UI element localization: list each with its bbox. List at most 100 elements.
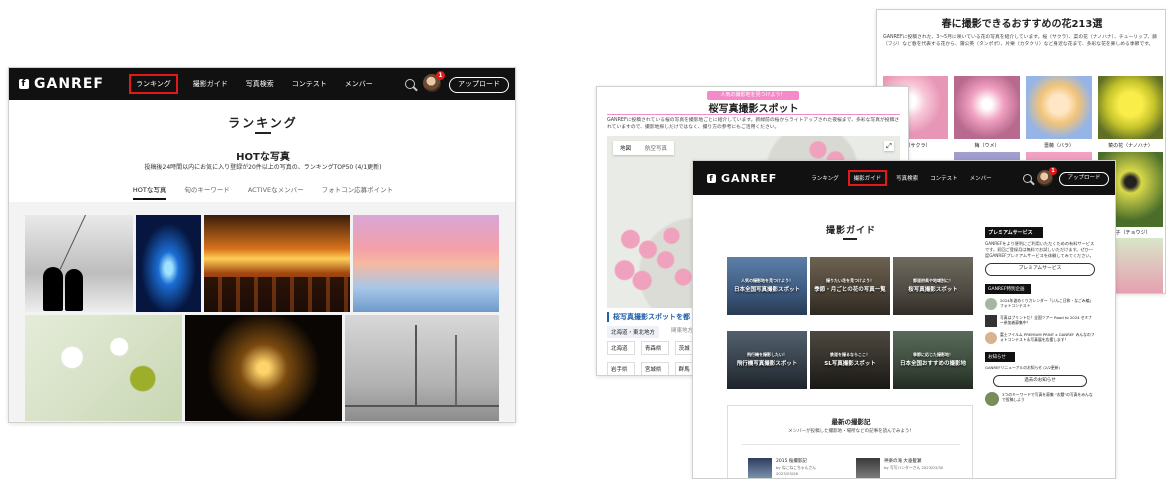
nav-contest[interactable]: コンテスト xyxy=(292,79,327,89)
article-title-1[interactable]: 2015 桜撮影記 xyxy=(776,458,807,464)
pref-aomori[interactable]: 青森県 xyxy=(640,341,669,355)
notice-text[interactable]: GANREFリニューアルのお知らせ (2/2更新) xyxy=(985,365,1095,370)
pref-iwate[interactable]: 岩手県 xyxy=(607,362,635,375)
notification-badge: 1 xyxy=(436,71,445,80)
guide-title-underline xyxy=(843,238,857,240)
photo-silhouettes[interactable] xyxy=(25,215,133,312)
page-title: ランキング xyxy=(228,116,298,130)
user-avatar[interactable]: 1 xyxy=(423,71,445,92)
special-item-2-thumb xyxy=(985,315,997,327)
section-description: 投稿後24時間以内にお気に入り登録が20件以上の写真の、ランキングTOP50 (… xyxy=(144,164,382,171)
tab-photocon-points[interactable]: フォトコン応募ポイント xyxy=(322,184,394,200)
latest-title: 最新の撮影記 xyxy=(831,418,871,426)
photo-pink-sea[interactable] xyxy=(353,215,499,312)
photo-blue-light[interactable] xyxy=(136,215,201,312)
region-kanto[interactable]: 関東地方 xyxy=(671,326,693,338)
sakura-banner: 人気の撮影地を見つけよう！ xyxy=(707,91,799,100)
guide-title: 撮影ガイド xyxy=(825,226,876,236)
map-tab-bar: 地図 航空写真 xyxy=(613,141,675,155)
flower-ume[interactable] xyxy=(954,76,1020,139)
nav-member[interactable]: メンバー xyxy=(345,79,373,89)
upload-button[interactable]: アップロード xyxy=(449,77,509,93)
latest-rule xyxy=(742,444,960,445)
flower-nanohana[interactable] xyxy=(1098,76,1163,139)
guide-nav-photo-search[interactable]: 写真検索 xyxy=(896,174,918,182)
guide-logo[interactable]: f GANREF xyxy=(707,172,777,185)
map-fullscreen-icon[interactable]: ⤢ xyxy=(884,141,894,151)
ganref-logo[interactable]: f GANREF xyxy=(19,76,104,92)
latest-articles-box: 最新の撮影記 メンバーが投稿した撮影地・場所などの記事を読んでみよう！ 2015… xyxy=(727,405,973,478)
premium-button[interactable]: プレミアムサービス xyxy=(985,263,1095,276)
guide-nav-guide[interactable]: 撮影ガイド xyxy=(847,170,888,186)
special-item-3-text: 富士フイルム PREMIUM PRINT x GANREF みんなのフォトコンテ… xyxy=(1000,332,1095,342)
article-by-2: by 写写ハンターさん 2023/03/30 xyxy=(884,465,944,470)
special-item-2[interactable]: 写真はプリントだ！全国ツアー Road to 2024 セミナー参加者募集中！ xyxy=(985,315,1095,327)
guide-card-recommended[interactable]: 季節に応じた撮影地！ 日本全国おすすめの撮影地 xyxy=(893,331,973,389)
guide-card-flowers[interactable]: 撮りたい花を見つけよう！ 季節・月ごとの花の写真一覧 xyxy=(810,257,890,315)
pref-hokkaido[interactable]: 北海道 xyxy=(607,341,635,355)
ranking-tabs: HOTな写真 旬のキーワード ACTIVEなメンバー フォトコン応募ポイント xyxy=(9,184,515,200)
pref-grid: 北海道 青森県 茨城 岩手県 宮城県 群馬 xyxy=(607,341,697,375)
tab-keywords[interactable]: 旬のキーワード xyxy=(184,184,230,200)
sidebar: プレミアムサービス GANREFをより便利にご利用いただくための有料サービスです… xyxy=(985,227,1095,477)
region-tohoku[interactable]: 北海道・東北地方 xyxy=(607,326,660,338)
article-by-1: by ねこねこちゃんさん 2023/03/28 xyxy=(776,465,817,476)
latest-subtitle: メンバーが投稿した撮影地・場所などの記事を読んでみよう！ xyxy=(788,429,914,434)
keyword-item[interactable]: 3つのキーワードで写真を募集 "お題"の写真をみんなで投稿しよう xyxy=(985,392,1095,406)
ranking-screenshot: f GANREF ランキング 撮影ガイド 写真検索 コンテスト メンバー 1 ア… xyxy=(8,67,516,423)
keyword-item-thumb xyxy=(985,392,999,406)
special-item-3-thumb xyxy=(985,332,997,344)
guide-nav-contest[interactable]: コンテスト xyxy=(930,174,958,182)
guide-navbar: f GANREF ランキング 撮影ガイド 写真検索 コンテスト メンバー 1 ア… xyxy=(693,161,1115,195)
nav-guide[interactable]: 撮影ガイド xyxy=(193,79,228,89)
photo-grid xyxy=(9,202,515,422)
guide-user-avatar[interactable]: 1 xyxy=(1037,167,1057,186)
tab-active-members[interactable]: ACTIVEなメンバー xyxy=(248,184,304,200)
special-title: GANREF特別企画 xyxy=(985,284,1031,294)
guide-notification-badge: 1 xyxy=(1049,167,1057,175)
logo-mark-icon: f xyxy=(19,79,29,89)
special-item-1[interactable]: 2024年波めくりカレンダー「いんこ日和・なごみ編」フォトコンテスト xyxy=(985,298,1095,310)
guide-logo-mark-icon: f xyxy=(707,173,716,183)
article-thumb-1[interactable] xyxy=(748,458,772,478)
top-navbar: f GANREF ランキング 撮影ガイド 写真検索 コンテスト メンバー 1 ア… xyxy=(9,68,515,100)
photo-night-lights[interactable] xyxy=(185,315,342,421)
guide-card-sl[interactable]: 鉄道を撮るならここ！ SL写真撮影スポット xyxy=(810,331,890,389)
title-underline xyxy=(255,132,271,134)
photo-foggy-tracks[interactable] xyxy=(345,315,499,421)
flower-rose[interactable] xyxy=(1026,76,1092,139)
special-item-2-text: 写真はプリントだ！全国ツアー Road to 2024 セミナー参加者募集中！ xyxy=(1000,315,1093,325)
sakura-description: GANREFに投稿されている桜の写真を撮影地ごとに紹介しています。新緑前の桜から… xyxy=(607,118,900,130)
region-list: 北海道・東北地方 関東地方 xyxy=(607,326,693,338)
guide-nav-ranking[interactable]: ランキング xyxy=(811,174,838,182)
special-item-3[interactable]: 富士フイルム PREMIUM PRINT x GANREF みんなのフォトコンテ… xyxy=(985,332,1095,344)
section-subtitle: HOTな写真 xyxy=(236,152,290,163)
flower-label-nanohana: 菜の花（ナノハナ） xyxy=(1108,143,1153,149)
search-icon[interactable] xyxy=(405,79,415,89)
nav-ranking[interactable]: ランキング xyxy=(128,74,178,94)
nav-photo-search[interactable]: 写真検索 xyxy=(246,79,274,89)
flower-label-rose: 薔薇（バラ） xyxy=(1043,143,1074,149)
guide-card-spots[interactable]: 人気の撮影地を見つけよう！ 日本全国写真撮影スポット xyxy=(727,257,807,315)
article-thumb-2[interactable] xyxy=(856,458,880,478)
photo-sunset[interactable] xyxy=(204,215,350,312)
guide-nav-member[interactable]: メンバー xyxy=(970,174,992,182)
past-notices-button[interactable]: 過去のお知らせ xyxy=(993,375,1087,387)
guide-search-icon[interactable] xyxy=(1023,174,1032,183)
special-item-1-thumb xyxy=(985,298,997,310)
tab-hot-photos[interactable]: HOTな写真 xyxy=(132,184,167,200)
map-tab-map[interactable]: 地図 xyxy=(613,141,638,155)
notice-title: お知らせ xyxy=(985,352,1015,362)
guide-upload-button[interactable]: アップロード xyxy=(1059,172,1109,186)
pref-miyagi[interactable]: 宮城県 xyxy=(640,362,669,375)
guide-card-sakura[interactable]: 都道府県や地域別に！ 桜写真撮影スポット xyxy=(893,257,973,315)
keyword-item-text: 3つのキーワードで写真を募集 "お題"の写真をみんなで投稿しよう xyxy=(1002,392,1093,402)
photo-plum-bird[interactable] xyxy=(25,315,182,421)
guide-card-airplane[interactable]: 飛行機を撮影したい！ 飛行機写真撮影スポット xyxy=(727,331,807,389)
map-tab-satellite[interactable]: 航空写真 xyxy=(638,141,674,155)
flowers-description: GANREFに投稿された、3〜5月に咲いている花の写真を紹介しています。桜（サク… xyxy=(883,35,1158,47)
article-title-2[interactable]: 神楽の滝 大垂髪瀬 xyxy=(884,458,921,464)
premium-description: GANREFをより便利にご利用いただくための有料サービスです。初回ご登録月は無料… xyxy=(985,241,1095,258)
flower-label-ume: 梅（ウメ） xyxy=(974,143,1000,149)
flowers-title: 春に撮影できるおすすめの花213選 xyxy=(941,19,1103,30)
